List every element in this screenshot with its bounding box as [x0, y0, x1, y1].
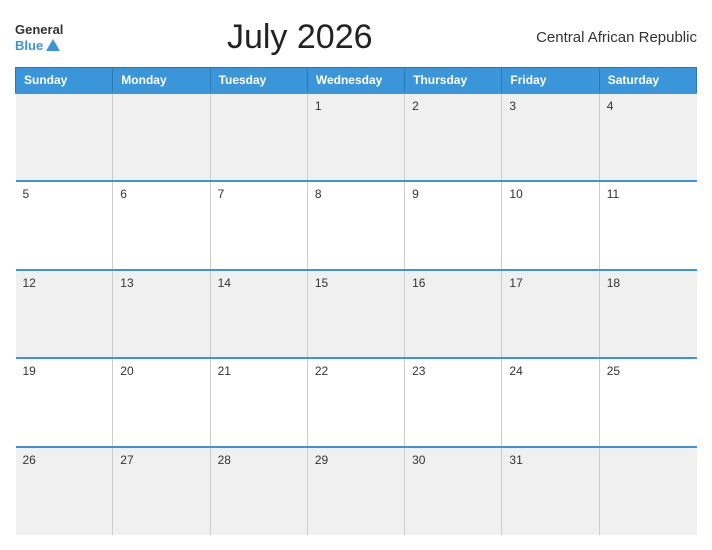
day-number: 25	[607, 364, 620, 378]
day-number: 19	[23, 364, 36, 378]
calendar-day-cell: 2	[405, 93, 502, 181]
day-number: 5	[23, 187, 30, 201]
day-number: 29	[315, 453, 328, 467]
calendar-day-cell: 11	[599, 181, 696, 269]
day-number: 20	[120, 364, 133, 378]
logo-blue-text: Blue	[15, 38, 63, 54]
calendar-table: SundayMondayTuesdayWednesdayThursdayFrid…	[15, 67, 697, 535]
weekday-header: Thursday	[405, 68, 502, 94]
calendar-day-cell: 28	[210, 447, 307, 535]
calendar-day-cell: 1	[307, 93, 404, 181]
calendar-day-cell: 3	[502, 93, 599, 181]
calendar-day-cell	[16, 93, 113, 181]
logo: General Blue	[15, 22, 63, 53]
calendar-day-cell	[113, 93, 210, 181]
day-number: 17	[509, 276, 522, 290]
calendar-day-cell: 13	[113, 270, 210, 358]
day-number: 2	[412, 99, 419, 113]
day-number: 11	[607, 187, 619, 201]
day-number: 27	[120, 453, 133, 467]
logo-triangle-icon	[46, 39, 60, 51]
calendar-day-cell: 26	[16, 447, 113, 535]
calendar-week-row: 5 6 7 8 9 10 11	[16, 181, 697, 269]
calendar-day-cell: 6	[113, 181, 210, 269]
day-number: 22	[315, 364, 328, 378]
logo-general-text: General	[15, 22, 63, 38]
weekday-header: Tuesday	[210, 68, 307, 94]
calendar-week-row: 26 27 28 29 30 31	[16, 447, 697, 535]
day-number: 13	[120, 276, 133, 290]
calendar-day-cell: 15	[307, 270, 404, 358]
weekday-header: Monday	[113, 68, 210, 94]
day-number: 21	[218, 364, 231, 378]
day-number: 7	[218, 187, 225, 201]
calendar-day-cell: 10	[502, 181, 599, 269]
calendar-day-cell: 8	[307, 181, 404, 269]
calendar-body: 1234567891011121314151617181920212223242…	[16, 93, 697, 535]
calendar-day-cell: 25	[599, 358, 696, 446]
day-number: 1	[315, 99, 322, 113]
day-number: 14	[218, 276, 231, 290]
calendar-day-cell: 21	[210, 358, 307, 446]
weekday-header: Wednesday	[307, 68, 404, 94]
weekday-header: Sunday	[16, 68, 113, 94]
day-number: 30	[412, 453, 425, 467]
calendar-header: General Blue July 2026 Central African R…	[15, 10, 697, 67]
day-number: 31	[509, 453, 522, 467]
calendar-day-cell: 31	[502, 447, 599, 535]
day-number: 28	[218, 453, 231, 467]
day-number: 10	[509, 187, 522, 201]
country-name: Central African Republic	[536, 29, 697, 46]
calendar-day-cell: 29	[307, 447, 404, 535]
calendar-day-cell: 16	[405, 270, 502, 358]
calendar-day-cell: 20	[113, 358, 210, 446]
calendar-header-row: SundayMondayTuesdayWednesdayThursdayFrid…	[16, 68, 697, 94]
calendar-day-cell: 23	[405, 358, 502, 446]
calendar-week-row: 1 2 3 4	[16, 93, 697, 181]
day-number: 4	[607, 99, 614, 113]
calendar-day-cell: 27	[113, 447, 210, 535]
calendar-day-cell: 4	[599, 93, 696, 181]
calendar-day-cell: 9	[405, 181, 502, 269]
day-number: 18	[607, 276, 620, 290]
calendar-day-cell: 19	[16, 358, 113, 446]
day-number: 8	[315, 187, 322, 201]
calendar-day-cell	[599, 447, 696, 535]
day-number: 6	[120, 187, 127, 201]
calendar-day-cell: 17	[502, 270, 599, 358]
calendar-day-cell: 22	[307, 358, 404, 446]
calendar-day-cell: 12	[16, 270, 113, 358]
calendar-week-row: 12 13 14 15 16 17 18	[16, 270, 697, 358]
weekday-header: Friday	[502, 68, 599, 94]
day-number: 24	[509, 364, 522, 378]
weekday-header: Saturday	[599, 68, 696, 94]
day-number: 12	[23, 276, 36, 290]
calendar-title: July 2026	[227, 18, 373, 57]
day-number: 9	[412, 187, 419, 201]
calendar-week-row: 19 20 21 22 23 24 25	[16, 358, 697, 446]
day-number: 3	[509, 99, 516, 113]
day-number: 26	[23, 453, 36, 467]
calendar-day-cell: 18	[599, 270, 696, 358]
day-number: 23	[412, 364, 425, 378]
calendar-day-cell: 14	[210, 270, 307, 358]
calendar-day-cell: 5	[16, 181, 113, 269]
calendar-day-cell	[210, 93, 307, 181]
calendar-day-cell: 7	[210, 181, 307, 269]
calendar-day-cell: 24	[502, 358, 599, 446]
day-number: 15	[315, 276, 328, 290]
day-number: 16	[412, 276, 425, 290]
calendar-day-cell: 30	[405, 447, 502, 535]
